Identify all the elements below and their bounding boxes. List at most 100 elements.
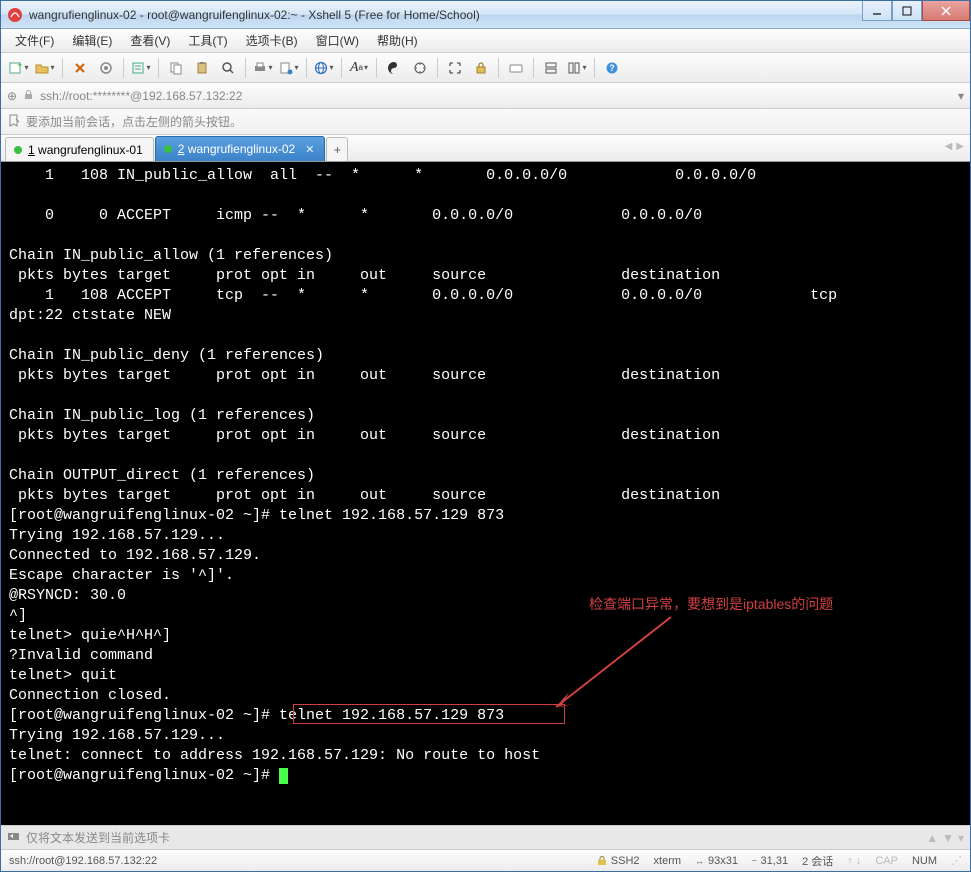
terminal-line: Chain IN_public_log (1 references) [9, 407, 315, 424]
add-arrow-icon[interactable]: ⊕ [7, 89, 17, 103]
terminal-line: ^] [9, 607, 27, 624]
terminal-line: Escape character is '^]'. [9, 567, 234, 584]
window-title: wangrufienglinux-02 - root@wangruifengli… [29, 8, 862, 22]
terminal-line: Chain IN_public_allow (1 references) [9, 247, 333, 264]
language-button[interactable]: ▾ [312, 56, 336, 80]
address-text[interactable]: ssh://root:********@192.168.57.132:22 [40, 89, 952, 103]
address-dropdown-icon[interactable]: ▾ [958, 89, 964, 103]
paste-button[interactable] [190, 56, 214, 80]
menu-file[interactable]: 文件(F) [7, 29, 62, 52]
down-arrow-icon[interactable]: ▼ [942, 831, 954, 845]
highlight-button[interactable] [408, 56, 432, 80]
title-bar[interactable]: wangrufienglinux-02 - root@wangruifengli… [1, 1, 970, 29]
menu-view[interactable]: 查看(V) [122, 29, 178, 52]
up-arrow-icon[interactable]: ▲ [926, 831, 938, 845]
toolbar-separator [123, 58, 124, 78]
toolbar: +▾ ▾ ▾ ▾ ▾ ▾ Aa▾ ▾ ? [1, 53, 970, 83]
send-arrows: ▲ ▼ ▾ [926, 831, 964, 845]
terminal-line: Chain OUTPUT_direct (1 references) [9, 467, 315, 484]
status-sessions: 2 会话 [802, 853, 833, 869]
app-window: wangrufienglinux-02 - root@wangruifengli… [0, 0, 971, 872]
tab-strip: 1 wangrufenglinux-01 2 wangrufienglinux-… [1, 135, 970, 162]
toolbar-separator [306, 58, 307, 78]
tile-vertical-button[interactable]: ▾ [565, 56, 589, 80]
terminal-line: Connected to 192.168.57.129. [9, 547, 261, 564]
copy-button[interactable] [164, 56, 188, 80]
annotation-text: 检查端口异常，要想到是iptables的问题 [589, 594, 833, 614]
terminal-output[interactable]: 1 108 IN_public_allow all -- * * 0.0.0.0… [1, 162, 970, 825]
lock-button[interactable] [469, 56, 493, 80]
keyboard-button[interactable] [504, 56, 528, 80]
status-dot-icon [14, 146, 22, 154]
tab-close-icon[interactable]: ✕ [305, 143, 314, 156]
font-button[interactable]: Aa▾ [347, 56, 371, 80]
resize-grip-icon[interactable]: ⋰ [951, 854, 962, 867]
session-tab-1[interactable]: 1 wangrufenglinux-01 [5, 137, 154, 161]
send-dropdown-icon[interactable]: ▾ [958, 831, 964, 845]
toolbar-separator [437, 58, 438, 78]
log-button[interactable]: ▾ [277, 56, 301, 80]
terminal-line: [root@wangruifenglinux-02 ~]# telnet 192… [9, 507, 504, 524]
open-session-button[interactable]: ▾ [33, 56, 57, 80]
terminal-line: Connection closed. [9, 687, 171, 704]
menu-help[interactable]: 帮助(H) [369, 29, 426, 52]
terminal-line: pkts bytes target prot opt in out source… [9, 427, 720, 444]
toolbar-separator [498, 58, 499, 78]
terminal-line: telnet> quit [9, 667, 117, 684]
info-bar: 要添加当前会话，点击左侧的箭头按钮。 [1, 109, 970, 135]
status-termtype: xterm [654, 855, 682, 867]
terminal-cursor [279, 768, 288, 784]
bookmark-icon[interactable] [7, 114, 20, 130]
reconnect-button[interactable] [68, 56, 92, 80]
tab-next-icon[interactable]: ▶ [956, 141, 964, 152]
status-transfer-icons: ↑ ↓ [847, 855, 861, 867]
annotation-box [293, 704, 565, 724]
minimize-button[interactable] [862, 1, 892, 21]
terminal-line: 1 108 ACCEPT tcp -- * * 0.0.0.0/0 0.0.0.… [9, 287, 837, 304]
tab-nav-arrows: ◀ ▶ [945, 141, 964, 152]
terminal-line: ?Invalid command [9, 647, 153, 664]
terminal-line: [root@wangruifenglinux-02 ~]# [9, 767, 279, 784]
find-button[interactable] [216, 56, 240, 80]
menu-edit[interactable]: 编辑(E) [64, 29, 120, 52]
menu-window[interactable]: 窗口(W) [308, 29, 367, 52]
terminal-line: @RSYNCD: 30.0 [9, 587, 126, 604]
terminal-line: telnet: connect to address 192.168.57.12… [9, 747, 540, 764]
print-button[interactable]: ▾ [251, 56, 275, 80]
fullscreen-button[interactable] [443, 56, 467, 80]
terminal-line: telnet> quie^H^H^] [9, 627, 171, 644]
toolbar-separator [376, 58, 377, 78]
maximize-button[interactable] [892, 1, 922, 21]
help-button[interactable]: ? [600, 56, 624, 80]
tile-horizontal-button[interactable] [539, 56, 563, 80]
terminal-line: pkts bytes target prot opt in out source… [9, 267, 720, 284]
menu-tools[interactable]: 工具(T) [180, 29, 235, 52]
color-scheme-button[interactable] [382, 56, 406, 80]
status-dot-icon [164, 145, 172, 153]
toolbar-separator [341, 58, 342, 78]
close-button[interactable] [922, 1, 970, 21]
tab-prev-icon[interactable]: ◀ [945, 141, 953, 152]
lock-icon [23, 89, 34, 103]
new-session-button[interactable]: +▾ [7, 56, 31, 80]
app-icon [7, 7, 23, 23]
address-bar[interactable]: ⊕ ssh://root:********@192.168.57.132:22 … [1, 83, 970, 109]
toolbar-separator [245, 58, 246, 78]
terminal-line: dpt:22 ctstate NEW [9, 307, 171, 324]
send-icon[interactable] [7, 830, 20, 846]
status-num: NUM [912, 855, 937, 867]
info-text: 要添加当前会话，点击左侧的箭头按钮。 [26, 113, 242, 130]
terminal-line: Trying 192.168.57.129... [9, 527, 225, 544]
status-proto: SSH2 [597, 855, 640, 867]
add-tab-button[interactable]: + [326, 137, 348, 161]
properties-button[interactable]: ▾ [129, 56, 153, 80]
tab-label: 2 wangrufienglinux-02 [178, 142, 295, 156]
session-tab-2[interactable]: 2 wangrufienglinux-02 ✕ [155, 136, 326, 161]
menu-bar: 文件(F) 编辑(E) 查看(V) 工具(T) 选项卡(B) 窗口(W) 帮助(… [1, 29, 970, 53]
disconnect-button[interactable] [94, 56, 118, 80]
terminal-line: pkts bytes target prot opt in out source… [9, 367, 720, 384]
status-cap: CAP [875, 855, 898, 867]
menu-tabs[interactable]: 选项卡(B) [238, 29, 306, 52]
status-cursor: ⎯31,31 [752, 855, 788, 867]
send-bar[interactable]: 仅将文本发送到当前选项卡 ▲ ▼ ▾ [1, 825, 970, 849]
